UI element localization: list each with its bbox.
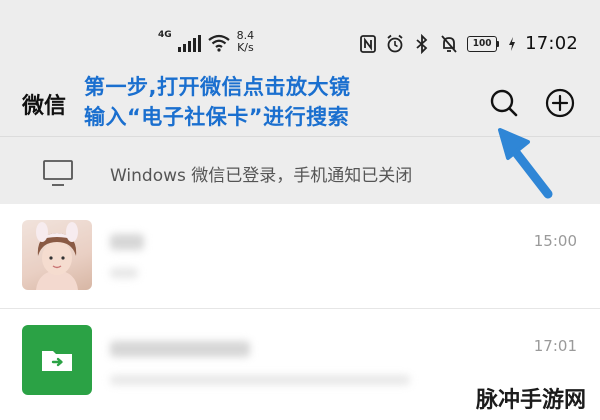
alarm-icon	[387, 34, 403, 52]
battery-level: 100	[467, 35, 498, 52]
monitor-icon	[43, 160, 73, 186]
chat-time: 17:01	[533, 337, 577, 355]
chat-item[interactable]: 15:00	[0, 204, 600, 308]
status-right: 100 17:02	[359, 33, 578, 54]
chat-name-blurred	[110, 341, 250, 357]
status-bar: 4G 8.4 K/s 100 17:02	[0, 0, 600, 64]
login-notice-text: Windows 微信已登录，手机通知已关闭	[110, 166, 413, 186]
wifi-icon	[207, 34, 230, 52]
chat-preview-blurred	[110, 375, 410, 385]
status-time: 17:02	[525, 33, 578, 54]
nfc-icon	[360, 34, 377, 53]
chat-name-blurred	[110, 234, 144, 250]
net-speed-unit: K/s	[237, 41, 254, 54]
tutorial-annotation: 第一步,打开微信点击放大镜 输入“电子社保卡”进行搜索	[84, 72, 350, 132]
signal-icon	[177, 34, 201, 52]
mute-icon	[441, 34, 457, 53]
status-left: 4G 8.4 K/s	[158, 28, 255, 54]
add-circle-icon[interactable]	[543, 86, 577, 120]
page-title: 微信	[22, 94, 67, 119]
charging-icon	[509, 36, 516, 51]
chat-time: 15:00	[533, 232, 577, 250]
avatar	[22, 325, 92, 395]
watermark: 脉冲手游网	[471, 382, 590, 414]
pointer-arrow-icon	[498, 128, 553, 199]
avatar	[22, 220, 92, 290]
annotation-line-1: 第一步,打开微信点击放大镜	[84, 75, 351, 99]
bluetooth-icon	[416, 33, 428, 54]
folder-icon	[42, 351, 72, 371]
annotation-line-2: 输入“电子社保卡”进行搜索	[84, 105, 350, 129]
network-type: 4G	[158, 30, 172, 40]
battery-icon: 100	[467, 35, 500, 52]
search-icon[interactable]	[487, 86, 521, 120]
chat-preview-blurred	[110, 268, 138, 278]
net-speed: 8.4 K/s	[237, 30, 255, 54]
